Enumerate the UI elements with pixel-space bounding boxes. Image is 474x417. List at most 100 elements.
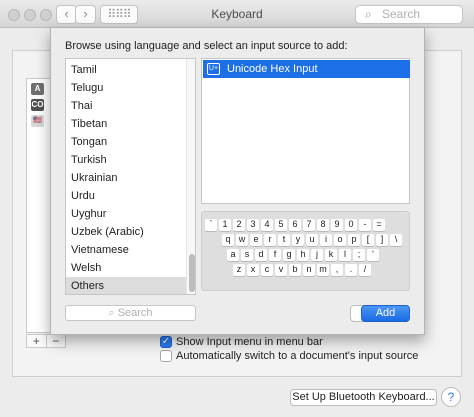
- chevron-left-icon: ‹: [64, 6, 69, 21]
- keyboard-key: d: [255, 249, 267, 261]
- source-icon-co: CO: [31, 99, 44, 111]
- input-source-item-unicode-hex[interactable]: U+ Unicode Hex Input: [203, 60, 410, 78]
- keyboard-key: 0: [345, 219, 357, 231]
- setup-bluetooth-keyboard-button[interactable]: Set Up Bluetooth Keyboard...: [290, 389, 437, 406]
- keyboard-key: l: [339, 249, 351, 261]
- keyboard-key: 6: [289, 219, 301, 231]
- auto-switch-label: Automatically switch to a document's inp…: [176, 350, 419, 362]
- keyboard-key: t: [278, 234, 290, 246]
- keyboard-key: c: [261, 264, 273, 276]
- keyboard-key: 5: [275, 219, 287, 231]
- add-input-source-sheet: Browse using language and select an inpu…: [50, 28, 425, 335]
- keyboard-key: 1: [219, 219, 231, 231]
- keyboard-key: j: [311, 249, 323, 261]
- keyboard-key: ,: [331, 264, 343, 276]
- sheet-heading: Browse using language and select an inpu…: [65, 40, 348, 52]
- input-source-label: Unicode Hex Input: [227, 63, 318, 75]
- add-button[interactable]: Add: [361, 305, 410, 322]
- keyboard-key: -: [359, 219, 371, 231]
- show-input-menu-checkbox[interactable]: ✓ Show Input menu in menu bar: [160, 335, 323, 349]
- keyboard-key: 8: [317, 219, 329, 231]
- keyboard-layout-preview: ` 1 2 3 4 5 6 7 8 9 0- = q w e r t y u i o p[] \ a s d f g h j k l; ' z x c…: [201, 211, 410, 291]
- language-item[interactable]: Telugu: [66, 79, 186, 97]
- grid-icon: ⠿⠿⠿: [107, 7, 131, 21]
- keyboard-key: u: [306, 234, 318, 246]
- forward-button[interactable]: ›: [75, 5, 96, 24]
- language-item[interactable]: Uzbek (Arabic): [66, 223, 186, 241]
- keyboard-key: n: [303, 264, 315, 276]
- keyboard-key: 3: [247, 219, 259, 231]
- question-mark-icon: ?: [447, 390, 455, 404]
- language-item[interactable]: Tongan: [66, 133, 186, 151]
- language-item[interactable]: Vietnamese: [66, 241, 186, 259]
- keyboard-key: w: [236, 234, 248, 246]
- keyboard-key: .: [345, 264, 357, 276]
- keyboard-key: v: [275, 264, 287, 276]
- language-item-selected[interactable]: Others: [66, 277, 186, 294]
- language-item[interactable]: Turkish: [66, 151, 186, 169]
- keyboard-key: r: [264, 234, 276, 246]
- keyboard-key: i: [320, 234, 332, 246]
- keyboard-key: b: [289, 264, 301, 276]
- language-item[interactable]: Thai: [66, 97, 186, 115]
- keyboard-key: a: [227, 249, 239, 261]
- show-all-button[interactable]: ⠿⠿⠿: [100, 5, 138, 24]
- keyboard-key: 2: [233, 219, 245, 231]
- zoom-window-button[interactable]: [40, 9, 52, 21]
- keyboard-key: 9: [331, 219, 343, 231]
- language-item[interactable]: Ukrainian: [66, 169, 186, 187]
- keyboard-key: h: [297, 249, 309, 261]
- window-titlebar: ‹ › ⠿⠿⠿ Keyboard ⌕ Search: [0, 0, 474, 28]
- language-item[interactable]: Urdu: [66, 187, 186, 205]
- language-search-field[interactable]: ⌕ Search: [65, 305, 196, 321]
- input-source-list[interactable]: U+ Unicode Hex Input: [201, 58, 410, 204]
- plus-icon[interactable]: +: [27, 335, 47, 347]
- keyboard-key: `: [205, 219, 217, 231]
- language-item[interactable]: Uyghur: [66, 205, 186, 223]
- show-input-menu-label: Show Input menu in menu bar: [176, 336, 323, 348]
- keyboard-key: s: [241, 249, 253, 261]
- language-item[interactable]: Welsh: [66, 259, 186, 277]
- keyboard-key: /: [359, 264, 371, 276]
- source-icon-a: A: [31, 83, 44, 95]
- back-button[interactable]: ‹: [56, 5, 77, 24]
- language-item[interactable]: Tamil: [66, 61, 186, 79]
- search-icon: ⌕: [365, 7, 372, 21]
- keyboard-key: x: [247, 264, 259, 276]
- keyboard-key: q: [222, 234, 234, 246]
- keyboard-key: 4: [261, 219, 273, 231]
- keyboard-key: \: [390, 234, 402, 246]
- language-item[interactable]: Tibetan: [66, 115, 186, 133]
- keyboard-key: ]: [376, 234, 388, 246]
- us-flag-icon: 🇺🇸: [31, 115, 44, 127]
- help-button[interactable]: ?: [441, 387, 461, 407]
- language-list-scrollbar[interactable]: [186, 59, 195, 294]
- keyboard-key: f: [269, 249, 281, 261]
- search-icon: ⌕: [108, 307, 115, 319]
- keyboard-key: [: [362, 234, 374, 246]
- keyboard-key: m: [317, 264, 329, 276]
- scrollbar-thumb[interactable]: [189, 254, 195, 292]
- window-search-placeholder: Search: [382, 7, 421, 21]
- keyboard-key: k: [325, 249, 337, 261]
- keyboard-key: e: [250, 234, 262, 246]
- language-search-placeholder: Search: [117, 307, 153, 319]
- minus-icon[interactable]: −: [47, 335, 66, 347]
- close-window-button[interactable]: [8, 9, 20, 21]
- keyboard-key: ;: [353, 249, 365, 261]
- auto-switch-checkbox[interactable]: Automatically switch to a document's inp…: [160, 349, 418, 363]
- enabled-sources-list[interactable]: A CO 🇺🇸: [26, 78, 52, 333]
- keyboard-key: =: [373, 219, 385, 231]
- checkbox-icon: [160, 350, 172, 362]
- language-list[interactable]: Tamil Telugu Thai Tibetan Tongan Turkish…: [65, 58, 196, 295]
- minimize-window-button[interactable]: [24, 9, 36, 21]
- unicode-hex-icon: U+: [207, 63, 220, 75]
- keyboard-key: ': [367, 249, 379, 261]
- keyboard-key: y: [292, 234, 304, 246]
- keyboard-key: o: [334, 234, 346, 246]
- keyboard-key: p: [348, 234, 360, 246]
- window-search-field[interactable]: ⌕ Search: [355, 5, 463, 24]
- window-title: Keyboard: [211, 7, 263, 21]
- checkmark-icon: ✓: [160, 336, 172, 348]
- keyboard-key: 7: [303, 219, 315, 231]
